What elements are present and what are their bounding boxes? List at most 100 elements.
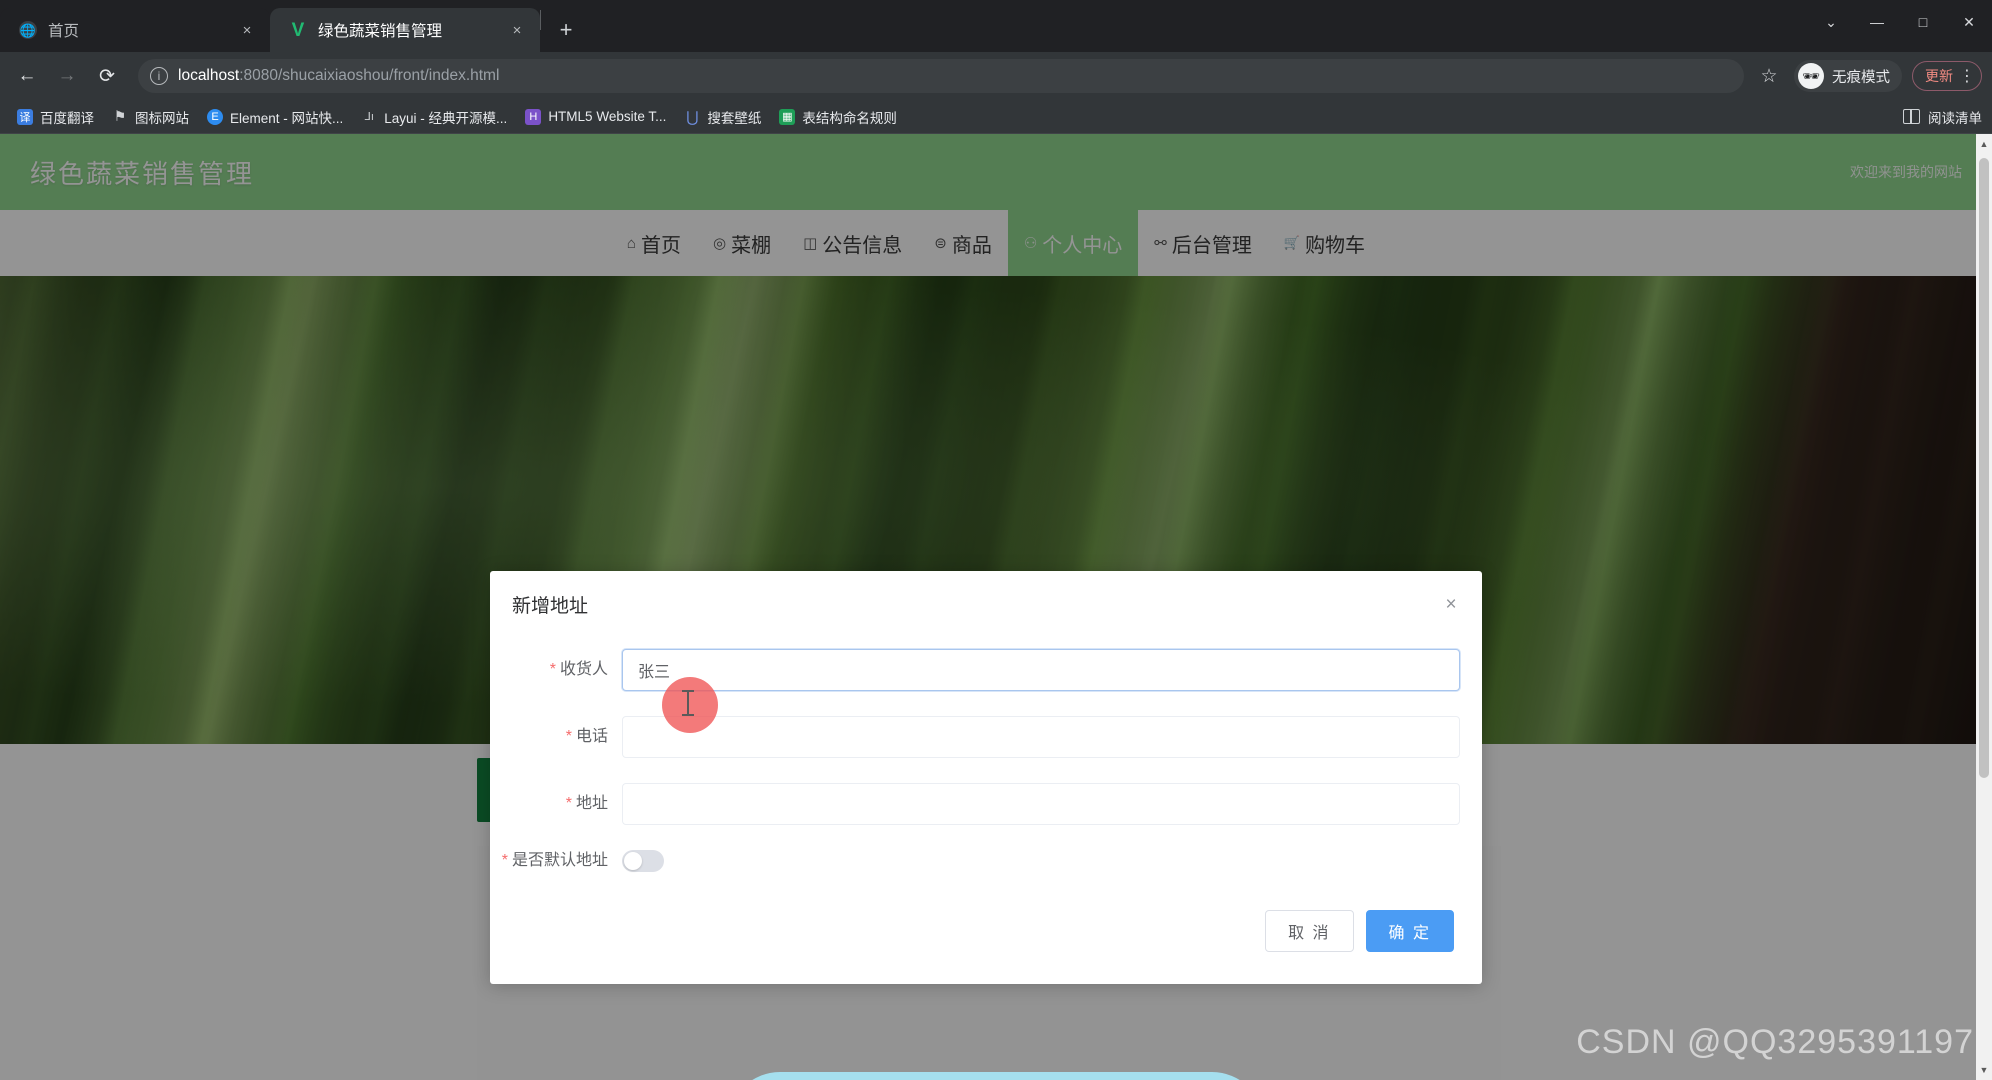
tab-strip: 🌐 首页 × V 绿色蔬菜销售管理 × + ⌄ — □ ✕ (0, 0, 1992, 52)
form-row-address: * 地址 (490, 783, 1460, 825)
required-asterisk: * (501, 852, 508, 869)
bookmarks-bar: 译 百度翻译 ⚑ 图标网站 E Element - 网站快... ⅃ı Layu… (0, 100, 1992, 134)
bookmark-label: Element - 网站快... (230, 110, 344, 126)
reading-list-button[interactable]: 阅读清单 (1903, 107, 1982, 127)
reading-list-label: 阅读清单 (1928, 110, 1982, 126)
page-scrollbar[interactable]: ▲ ▼ (1976, 134, 1992, 1080)
click-indicator (662, 677, 718, 733)
kebab-menu-icon[interactable]: ⋮ (1959, 66, 1975, 86)
bookmark-label: 搜套壁纸 (707, 110, 762, 126)
dialog-header: 新增地址 × (490, 571, 1482, 637)
new-tab-button[interactable]: + (549, 13, 583, 47)
browser-toolbar: ← → ⟳ i localhost:8080/shucaixiaoshou/fr… (0, 52, 1992, 100)
label-address: * 地址 (490, 783, 622, 825)
bookmark-favicon: E (207, 108, 223, 125)
bookmark-label: HTML5 Website T... (548, 109, 667, 124)
url-host: localhost (178, 67, 240, 84)
tab-title: 绿色蔬菜销售管理 (318, 23, 443, 40)
update-label: 更新 (1925, 68, 1953, 84)
browser-window: 🌐 首页 × V 绿色蔬菜销售管理 × + ⌄ — □ ✕ ← → ⟳ i lo… (0, 0, 1992, 1080)
back-icon[interactable]: ← (10, 59, 44, 93)
form-row-default-address: * 是否默认地址 (490, 850, 1460, 872)
vue-v-icon: V (291, 19, 305, 41)
address-input[interactable] (622, 783, 1460, 825)
bookmark-label: 表结构命名规则 (802, 110, 897, 126)
form-row-phone: * 电话 (490, 716, 1460, 758)
default-address-toggle[interactable] (622, 850, 664, 872)
tab-title: 首页 (48, 23, 80, 40)
field-phone (622, 716, 1460, 758)
bookmark-item[interactable]: ⅃ı Layui - 经典开源模... (352, 104, 516, 130)
label-text: 地址 (575, 795, 608, 812)
browser-tab-1[interactable]: 🌐 首页 × (0, 8, 270, 52)
address-bar[interactable]: i localhost:8080/shucaixiaoshou/front/in… (138, 59, 1744, 93)
address-bar-url: localhost:8080/shucaixiaoshou/front/inde… (178, 67, 499, 85)
toggle-knob (624, 852, 642, 870)
globe-icon: 🌐 (19, 21, 37, 39)
bookmark-item[interactable]: ⚑ 图标网站 (103, 104, 198, 130)
bookmark-item[interactable]: ▦ 表结构命名规则 (770, 104, 906, 130)
toolbar-right: ☆ 🕶 无痕模式 更新 ⋮ (1752, 59, 1982, 93)
add-address-dialog: 新增地址 × *收货人 *电话 (490, 571, 1482, 984)
bookmark-star-icon[interactable]: ☆ (1752, 59, 1786, 93)
incognito-indicator[interactable]: 🕶 无痕模式 (1794, 60, 1902, 92)
bookmark-favicon: ⚑ (113, 108, 127, 124)
bookmark-favicon: ⋃ (686, 108, 699, 126)
dialog-body: *收货人 *电话 *地址 (490, 637, 1482, 888)
scrollbar-thumb[interactable] (1979, 158, 1989, 778)
bookmark-label: Layui - 经典开源模... (384, 110, 508, 126)
watermark-text: CSDN @QQ3295391197 (1576, 1023, 1974, 1061)
url-path: :8080/shucaixiaoshou/front/index.html (239, 67, 500, 84)
forward-icon[interactable]: → (50, 59, 84, 93)
required-asterisk: * (565, 728, 572, 745)
maximize-button[interactable]: □ (1900, 0, 1946, 44)
cancel-button[interactable]: 取 消 (1265, 910, 1354, 952)
form-row-recipient: * 收货人 (490, 649, 1460, 691)
close-icon[interactable]: × (1440, 593, 1462, 615)
scroll-up-arrow-icon[interactable]: ▲ (1976, 136, 1992, 152)
incognito-icon: 🕶 (1798, 63, 1824, 89)
floating-action-bar (728, 1072, 1264, 1080)
bookmark-label: 百度翻译 (40, 110, 94, 126)
close-window-button[interactable]: ✕ (1946, 0, 1992, 44)
dialog-title: 新增地址 (512, 595, 589, 617)
page-viewport: 绿色蔬菜销售管理 欢迎来到我的网站 ⌂ 首页 ◎ 菜棚 ◫ 公告信息 ⊜ 商品 … (0, 134, 1992, 1080)
field-address (622, 783, 1460, 825)
bookmark-favicon: ⅃ı (364, 111, 374, 123)
window-controls: ⌄ — □ ✕ (1808, 0, 1992, 44)
phone-input[interactable] (622, 716, 1460, 758)
recipient-input[interactable] (622, 649, 1460, 691)
text-cursor-icon (682, 690, 694, 716)
confirm-button[interactable]: 确 定 (1365, 910, 1454, 952)
bookmark-item[interactable]: E Element - 网站快... (198, 104, 352, 130)
reload-icon[interactable]: ⟳ (90, 59, 124, 93)
incognito-label: 无痕模式 (1832, 69, 1890, 86)
update-button[interactable]: 更新 ⋮ (1912, 61, 1982, 91)
field-recipient (622, 649, 1460, 691)
scroll-down-arrow-icon[interactable]: ▼ (1976, 1062, 1992, 1078)
bookmark-favicon: ▦ (779, 108, 796, 125)
label-recipient: * 收货人 (490, 649, 622, 691)
bookmark-label: 图标网站 (135, 110, 189, 126)
tab-search-chevron-icon[interactable]: ⌄ (1808, 0, 1854, 44)
tab-divider (540, 10, 541, 30)
info-icon[interactable]: i (150, 67, 168, 85)
bookmark-item[interactable]: 译 百度翻译 (8, 104, 103, 130)
required-asterisk: * (549, 661, 556, 678)
label-text: 是否默认地址 (511, 852, 608, 869)
required-asterisk: * (565, 795, 572, 812)
bookmark-favicon: H (525, 108, 542, 125)
browser-tab-2[interactable]: V 绿色蔬菜销售管理 × (270, 8, 540, 52)
label-phone: * 电话 (490, 716, 622, 758)
label-text: 收货人 (559, 661, 608, 678)
bookmark-favicon: 译 (17, 108, 33, 125)
tab-close-icon[interactable]: × (506, 19, 528, 41)
reading-list-icon (1903, 109, 1920, 124)
label-default-address: * 是否默认地址 (490, 850, 622, 872)
label-text: 电话 (575, 728, 608, 745)
dialog-footer: 取 消 确 定 (490, 888, 1482, 984)
bookmark-item[interactable]: ⋃ 搜套壁纸 (675, 104, 770, 130)
minimize-button[interactable]: — (1854, 0, 1900, 44)
bookmark-item[interactable]: H HTML5 Website T... (516, 104, 675, 130)
tab-close-icon[interactable]: × (236, 19, 258, 41)
